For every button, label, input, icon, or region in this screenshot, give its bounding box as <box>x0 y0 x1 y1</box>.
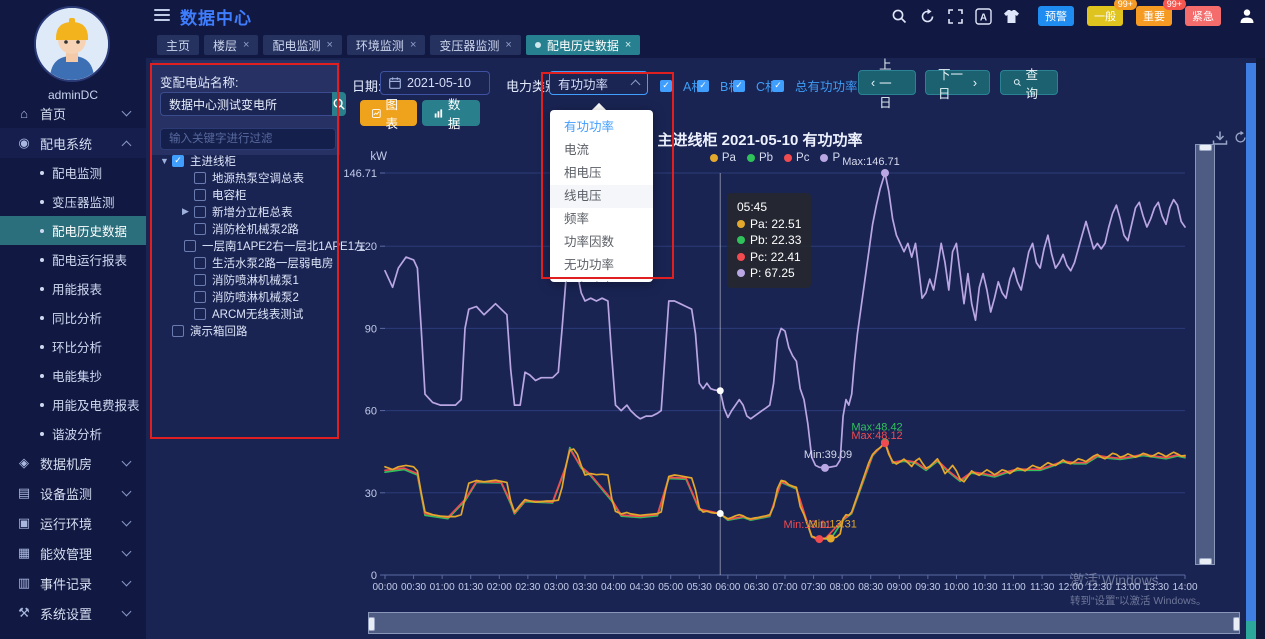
line-chart[interactable]: 146.71 120 90 60 30 0 kW 00:00 00:30 01:0001:30 02… <box>0 0 1265 639</box>
legend-dot <box>710 154 718 162</box>
legend-label: Pa <box>722 152 736 164</box>
chart-legend: Pa Pb Pc P <box>660 152 890 164</box>
x-tick-label: 08:00 <box>830 582 855 593</box>
chevron-up-icon <box>631 80 641 90</box>
power-category-dropdown: 有功功率电流相电压线电压频率功率因数无功功率视在功率 <box>550 110 653 282</box>
tooltip-value: P: 67.25 <box>750 265 795 282</box>
x-tick-label: 10:00 <box>944 582 969 593</box>
horizontal-datazoom-slider[interactable] <box>368 612 1240 634</box>
annotation-label: Min:39.09 <box>804 449 852 461</box>
dropdown-option-视在功率[interactable]: 视在功率 <box>550 277 653 282</box>
legend-item-Pb[interactable]: Pb <box>747 152 773 164</box>
dropdown-option-有功功率[interactable]: 有功功率 <box>550 116 653 139</box>
x-tick-label: 00:00 <box>372 582 397 593</box>
x-tick-label: 02:30 <box>515 582 540 593</box>
legend-dot <box>784 154 792 162</box>
vertical-datazoom-slider[interactable] <box>1195 144 1215 565</box>
x-tick-label: 11:30 <box>1030 582 1055 593</box>
dropdown-option-相电压[interactable]: 相电压 <box>550 162 653 185</box>
tooltip-row-Pa: Pa: 22.51 <box>737 216 801 233</box>
tooltip-dot <box>737 253 745 261</box>
chart-tooltip: 05:45 Pa: 22.51Pb: 22.33Pc: 22.41P: 67.2… <box>727 193 811 288</box>
annotation-dot <box>821 464 829 472</box>
x-tick-label: 02:00 <box>487 582 512 593</box>
x-tick-label: 06:00 <box>715 582 740 593</box>
x-tick-label: 04:30 <box>630 582 655 593</box>
x-tick-label: 00:30 <box>401 582 426 593</box>
tooltip-row-P: P: 67.25 <box>737 265 801 282</box>
page-scrollbar-end <box>1246 621 1256 639</box>
x-tick-label: 09:30 <box>915 582 940 593</box>
tooltip-time: 05:45 <box>737 199 801 216</box>
dropdown-option-电流[interactable]: 电流 <box>550 139 653 162</box>
x-tick-label: 10:30 <box>972 582 997 593</box>
legend-label: Pc <box>796 152 809 164</box>
annotation-label: Max:48.12 <box>851 430 902 442</box>
x-tick-label: 05:00 <box>658 582 683 593</box>
page-scrollbar[interactable] <box>1246 63 1256 621</box>
tooltip-dot <box>737 236 745 244</box>
datazoom-bottom-handle[interactable] <box>1199 558 1212 565</box>
tooltip-value: Pc: 22.41 <box>750 249 801 266</box>
dropdown-option-线电压[interactable]: 线电压 <box>550 185 653 208</box>
dropdown-option-功率因数[interactable]: 功率因数 <box>550 231 653 254</box>
x-tick-label: 08:30 <box>858 582 883 593</box>
dropdown-option-频率[interactable]: 频率 <box>550 208 653 231</box>
legend-label: Pb <box>759 152 773 164</box>
annotation-dot <box>815 535 823 543</box>
select-value: 有功功率 <box>558 74 608 93</box>
x-tick-label: 03:30 <box>572 582 597 593</box>
x-tick-label: 07:00 <box>772 582 797 593</box>
windows-activation-watermark: 激活 Windows 转到“设置”以激活 Windows。 <box>1070 570 1207 608</box>
legend-dot <box>820 154 828 162</box>
legend-item-Pa[interactable]: Pa <box>710 152 736 164</box>
y-axis-unit: kW <box>370 151 387 163</box>
tooltip-value: Pa: 22.51 <box>750 216 801 233</box>
y-tick-label: 120 <box>359 241 377 253</box>
tooltip-value: Pb: 22.33 <box>750 232 801 249</box>
x-tick-label: 04:00 <box>601 582 626 593</box>
x-tick-label: 03:00 <box>544 582 569 593</box>
x-tick-label: 11:00 <box>1001 582 1026 593</box>
annotation-label: Min:13.31 <box>809 519 857 531</box>
y-tick-label: 60 <box>365 406 377 418</box>
annotation-dot <box>827 535 835 543</box>
datazoom-right-handle[interactable] <box>1233 617 1240 631</box>
x-tick-label: 09:00 <box>887 582 912 593</box>
app-window: adminDC ⌂首页◉配电系统配电监测变压器监测配电历史数据配电运行报表用能报… <box>0 0 1265 639</box>
tooltip-dot <box>737 269 745 277</box>
y-tick-label: 90 <box>365 323 377 335</box>
legend-item-P[interactable]: P <box>820 152 840 164</box>
datazoom-top-handle[interactable] <box>1199 144 1212 151</box>
x-tick-label: 01:30 <box>458 582 483 593</box>
y-tick-label: 146.71 <box>343 168 377 180</box>
datazoom-left-handle[interactable] <box>368 617 375 631</box>
tooltip-row-Pb: Pb: 22.33 <box>737 232 801 249</box>
annotation-dot <box>881 169 889 177</box>
y-tick-label: 0 <box>371 570 377 582</box>
x-tick-label: 01:00 <box>430 582 455 593</box>
x-tick-label: 05:30 <box>687 582 712 593</box>
power-category-select[interactable]: 有功功率 <box>549 71 648 95</box>
legend-item-Pc[interactable]: Pc <box>784 152 809 164</box>
y-tick-label: 30 <box>365 488 377 500</box>
legend-label: P <box>832 152 840 164</box>
crosshair-point-phases <box>717 510 724 517</box>
dropdown-option-无功功率[interactable]: 无功功率 <box>550 254 653 277</box>
x-tick-label: 07:30 <box>801 582 826 593</box>
crosshair-point-p <box>717 387 724 394</box>
tooltip-row-Pc: Pc: 22.41 <box>737 249 801 266</box>
tooltip-dot <box>737 220 745 228</box>
legend-dot <box>747 154 755 162</box>
x-tick-label: 06:30 <box>744 582 769 593</box>
